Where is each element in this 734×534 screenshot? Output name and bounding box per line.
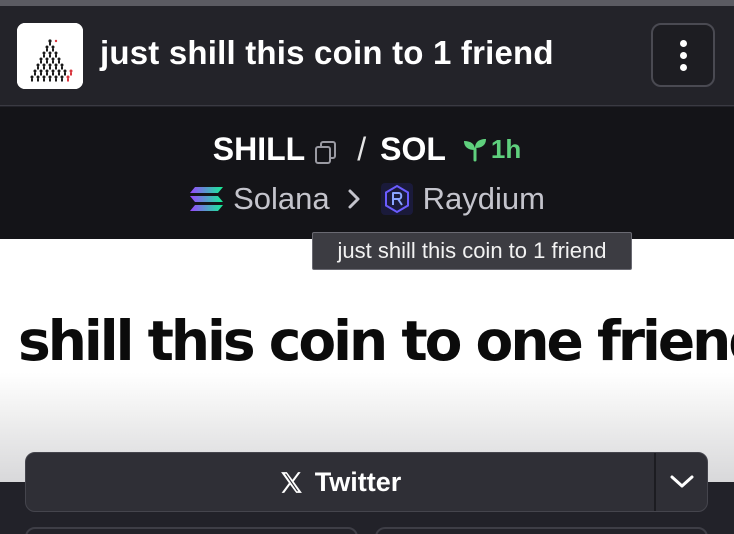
pair-age-badge: 1h	[462, 134, 521, 165]
pair-info-bar: SHILL / SOL 1h Solana Raydium	[0, 107, 734, 239]
pair-age: 1h	[490, 133, 522, 164]
pair-separator: /	[357, 130, 367, 167]
seedling-icon	[463, 139, 486, 162]
social-dropdown-toggle[interactable]	[656, 453, 708, 511]
chevron-down-icon	[670, 475, 694, 488]
title-tooltip: just shill this coin to 1 friend	[312, 232, 632, 270]
base-token-symbol: SHILL	[212, 130, 306, 167]
twitter-button[interactable]: Twitter	[26, 453, 654, 511]
shill-pyramid-logo-icon	[17, 23, 83, 89]
token-title: just shill this coin to 1 friend	[100, 34, 554, 71]
twitter-link-group: Twitter	[25, 452, 708, 512]
quote-token-symbol: SOL	[380, 130, 446, 167]
raydium-icon	[380, 183, 413, 215]
banner-text: shill this coin to one friend	[18, 309, 734, 373]
more-vertical-icon-dot	[679, 51, 687, 59]
pair-row: SHILL / SOL 1h	[0, 129, 734, 169]
solana-icon	[190, 187, 224, 211]
more-vertical-icon-dot	[679, 63, 687, 71]
copy-icon[interactable]	[313, 136, 339, 164]
dex-link[interactable]: Raydium	[423, 181, 545, 217]
chevron-right-icon	[348, 189, 360, 209]
secondary-link-button[interactable]	[375, 527, 708, 534]
more-options-button[interactable]	[651, 23, 715, 87]
token-banner-image: shill this coin to one friend	[0, 239, 734, 482]
twitter-label: Twitter	[314, 466, 402, 497]
chain-breadcrumb: Solana Raydium	[0, 179, 734, 219]
chain-link[interactable]: Solana	[233, 181, 330, 217]
x-logo-icon	[280, 471, 302, 493]
token-header: just shill this coin to 1 friend	[0, 6, 734, 106]
secondary-link-button[interactable]	[25, 527, 358, 534]
more-vertical-icon	[679, 39, 687, 47]
